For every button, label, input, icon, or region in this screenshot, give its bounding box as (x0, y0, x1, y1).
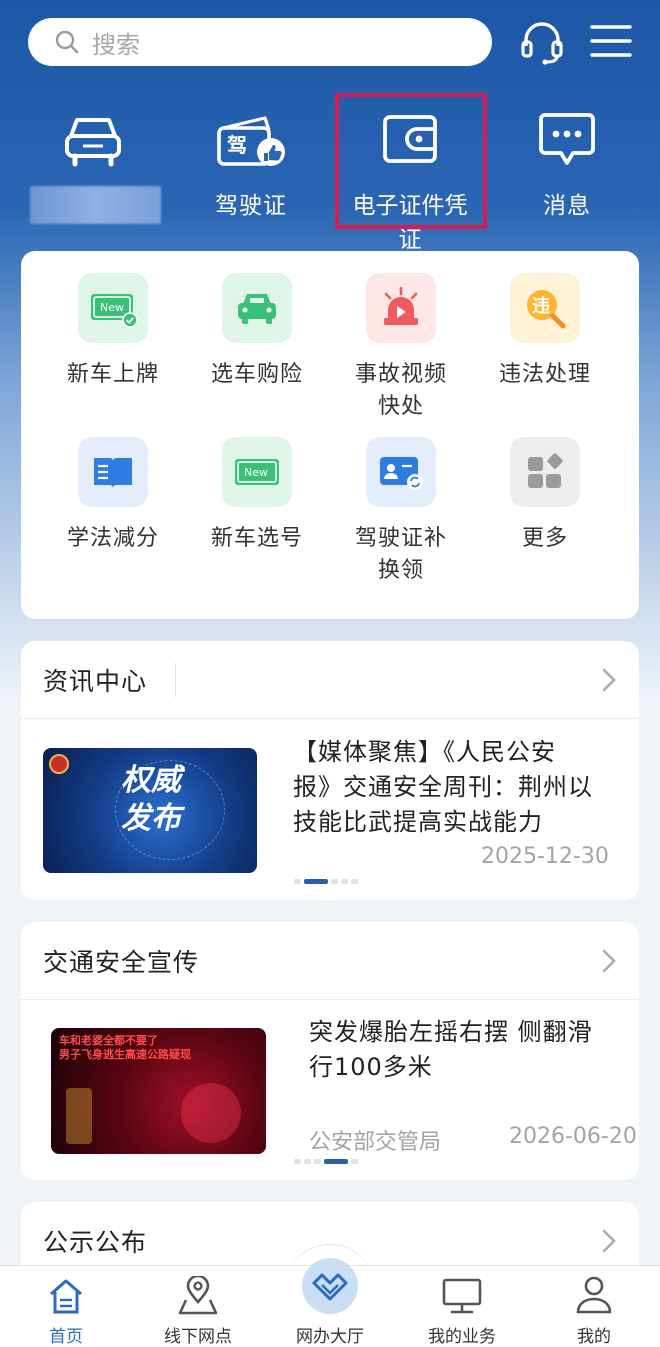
tab-label: 我的业务 (428, 1327, 496, 1347)
service-accident-video[interactable]: 事故视频 快处 (329, 273, 473, 423)
carousel-dot (351, 1159, 358, 1164)
tab-me[interactable]: 我的 (528, 1266, 660, 1347)
customer-service-icon[interactable] (518, 18, 566, 66)
driver-license-icon: 驾 (217, 116, 285, 166)
highlight-box (335, 93, 487, 229)
service-label: 选车购险 (210, 362, 303, 387)
news-card: 资讯中心 权威 发布 【媒体聚焦】《人民公安 报》交通安全周刊：荆州以 技能比武提高实… (21, 641, 639, 900)
news-headline[interactable]: 【媒体聚焦】《人民公安 报》交通安全周刊：荆州以 技能比武提高实战能力 (293, 735, 633, 840)
book-icon (94, 458, 132, 488)
search-icon (55, 30, 79, 54)
license-renew-icon (380, 457, 423, 490)
quick-action-label: 消息 (543, 193, 591, 219)
location-icon (178, 1276, 218, 1315)
carousel-dots (294, 879, 358, 884)
service-car-insurance[interactable]: 选车购险 (185, 273, 329, 391)
search-placeholder: 搜索 (92, 30, 140, 59)
safety-headline[interactable]: 突发爆胎左摇右摆 侧翻滑 行100多米 (309, 1015, 629, 1085)
carousel-dot (304, 1159, 311, 1164)
new-badge-text: New (100, 301, 124, 314)
new-plate-icon: New (91, 294, 138, 328)
carousel-dot (314, 1159, 321, 1164)
carousel-dots (294, 1159, 358, 1164)
figure-shape (181, 1083, 241, 1143)
safety-date: 2026-06-20 (509, 1124, 637, 1149)
more-grid-icon (528, 453, 563, 488)
chevron-right-icon (602, 1229, 616, 1253)
service-license-renew[interactable]: 驾驶证补 换领 (329, 437, 473, 587)
service-plate-select[interactable]: New 新车选号 (185, 437, 329, 555)
tab-my-business[interactable]: 我的业务 (396, 1266, 528, 1347)
news-header[interactable]: 资讯中心 (21, 641, 639, 719)
license-badge-text: 驾 (227, 133, 247, 157)
news-date: 2025-12-30 (481, 844, 609, 869)
figure-shape (66, 1088, 92, 1144)
tab-label: 首页 (49, 1327, 83, 1347)
service-study-law[interactable]: 学法减分 (41, 437, 185, 555)
carousel-dot (294, 879, 301, 884)
violation-badge-text: 违 (532, 295, 550, 317)
service-label: 学法减分 (66, 526, 159, 551)
divider (175, 662, 177, 697)
quick-action-my-car[interactable] (28, 100, 158, 180)
car-insurance-icon (238, 294, 276, 324)
service-more[interactable]: 更多 (473, 437, 617, 555)
safety-header[interactable]: 交通安全宣传 (21, 922, 639, 1000)
service-label: 新车上牌 (66, 362, 159, 387)
menu-icon[interactable] (590, 22, 632, 62)
tab-label: 线下网点 (164, 1327, 232, 1347)
service-label: 事故视频 快处 (354, 362, 447, 419)
services-card: New 新车上牌 选车购险 事故视频 快处 违 违法处理 学法减分 New 新车… (21, 251, 639, 619)
carousel-dot (331, 879, 338, 884)
blurred-plate-number (30, 186, 161, 224)
news-thumbnail-text: 权威 发布 (121, 763, 181, 836)
online-hall-icon (312, 1273, 348, 1301)
carousel-dot (351, 879, 358, 884)
chevron-right-icon (602, 668, 616, 692)
section-title: 公示公布 (43, 1228, 148, 1257)
service-new-plate[interactable]: New 新车上牌 (41, 273, 185, 391)
tab-label: 我的 (577, 1327, 611, 1347)
police-emblem-icon (49, 754, 69, 774)
service-label: 更多 (521, 526, 568, 551)
carousel-dot (341, 879, 348, 884)
car-icon (65, 118, 121, 167)
carousel-dot (294, 1159, 301, 1164)
tab-label: 网办大厅 (296, 1327, 364, 1347)
quick-action-label: 驾驶证 (215, 193, 287, 219)
carousel-dot-active (324, 1159, 348, 1164)
plate-select-icon: New (235, 459, 279, 485)
thumbnail-caption: 车和老婆全都不要了 男子飞身逃生高速公路疑现 (59, 1034, 191, 1061)
new-badge-text: New (244, 466, 268, 479)
service-label: 新车选号 (210, 526, 303, 551)
home-icon (50, 1279, 82, 1314)
quick-action-driver-license[interactable]: 驾 驾驶证 (186, 100, 316, 220)
section-title: 资讯中心 (43, 666, 148, 696)
violation-icon: 违 (527, 290, 566, 329)
section-title: 交通安全宣传 (43, 947, 200, 977)
user-icon (576, 1276, 612, 1314)
monitor-icon (442, 1278, 482, 1314)
alarm-icon (384, 286, 418, 325)
search-input[interactable]: 搜索 (28, 18, 492, 66)
message-icon (539, 113, 595, 165)
chevron-right-icon (602, 949, 616, 973)
safety-thumbnail[interactable]: 车和老婆全都不要了 男子飞身逃生高速公路疑现 (51, 1028, 266, 1154)
service-label: 驾驶证补 换领 (354, 526, 447, 583)
safety-card: 交通安全宣传 车和老婆全都不要了 男子飞身逃生高速公路疑现 突发爆胎左摇右摆 侧翻… (21, 922, 639, 1180)
tab-home[interactable]: 首页 (0, 1266, 132, 1347)
online-hall-button[interactable] (302, 1258, 358, 1314)
news-thumbnail[interactable]: 权威 发布 (43, 748, 257, 873)
tab-offline-outlets[interactable]: 线下网点 (132, 1266, 264, 1347)
service-label: 违法处理 (498, 362, 591, 387)
quick-action-messages[interactable]: 消息 (502, 100, 632, 220)
carousel-dot-active (304, 879, 328, 884)
service-violation[interactable]: 违 违法处理 (473, 273, 617, 391)
safety-source: 公安部交管局 (309, 1130, 442, 1155)
